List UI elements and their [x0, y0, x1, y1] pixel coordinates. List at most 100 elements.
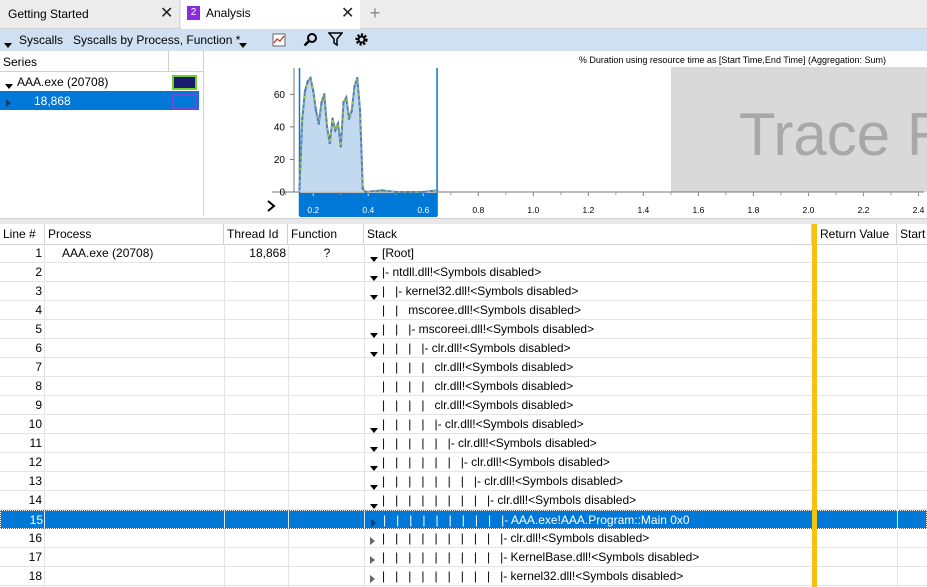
data-point[interactable] [347, 117, 351, 120]
chevron-down-icon[interactable] [5, 78, 13, 92]
stack-cell: | | mscoree.dll!<Symbols disabled> [382, 303, 581, 317]
table-row[interactable]: 1 AAA.exe (20708) 18,868? [Root] [0, 244, 927, 263]
syscalls-label[interactable]: Syscalls [19, 33, 63, 47]
column-header-thread-id[interactable]: Thread Id [224, 224, 288, 244]
table-row[interactable]: 8 | | | | clr.dll!<Symbols disabled> [0, 377, 927, 396]
thread-id-cell [226, 472, 286, 491]
series-header-label: Series [3, 55, 38, 69]
chart-icon[interactable] [272, 33, 286, 50]
data-point[interactable] [309, 76, 312, 80]
data-point[interactable] [339, 145, 342, 148]
process-cell [62, 320, 222, 339]
series-item-thread[interactable]: 18,868 [0, 91, 199, 110]
data-point[interactable] [345, 96, 348, 99]
settings-icon[interactable] [354, 32, 369, 50]
data-point[interactable] [356, 76, 359, 80]
data-point[interactable] [325, 125, 329, 129]
line-number-cell: 18 [28, 569, 42, 583]
data-point[interactable] [422, 190, 425, 194]
table-row[interactable]: 16 | | | | | | | | | |- clr.dll!<Symbols … [0, 529, 927, 548]
data-point[interactable] [328, 141, 331, 145]
line-number-cell: 16 [28, 531, 42, 545]
chevron-right-icon[interactable] [370, 572, 375, 586]
process-cell [62, 263, 222, 282]
data-point[interactable] [342, 101, 345, 104]
series-color-swatch[interactable] [172, 75, 197, 90]
data-point[interactable] [331, 117, 334, 120]
line-number-cell: 17 [28, 550, 42, 564]
table-row[interactable]: 4 | | mscoree.dll!<Symbols disabled> [0, 301, 927, 320]
column-header-line[interactable]: Line # [0, 224, 45, 244]
data-point[interactable] [334, 128, 337, 132]
search-icon[interactable] [303, 32, 318, 50]
function-cell [290, 396, 364, 415]
data-point[interactable] [361, 187, 364, 190]
data-point[interactable] [364, 190, 367, 194]
data-point[interactable] [298, 187, 301, 190]
series-color-swatch[interactable] [172, 94, 197, 109]
tab-analysis[interactable]: 2 Analysis ✕ [181, 0, 360, 29]
table-row[interactable]: 7 | | | | clr.dll!<Symbols disabled> [0, 358, 927, 377]
table-row[interactable]: 12 | | | | | | |- clr.dll!<Symbols disabl… [0, 453, 927, 472]
data-point[interactable] [358, 109, 362, 112]
table-row[interactable]: 15 | | | | | | | | | |- AAA.exe!AAA.Progr… [0, 510, 927, 529]
filter-icon[interactable] [327, 32, 344, 50]
column-header-return-value[interactable]: Return Value [817, 224, 897, 244]
function-cell [290, 529, 364, 548]
data-point[interactable] [301, 117, 304, 120]
data-point[interactable] [323, 93, 326, 96]
table-row[interactable]: 18 | | | | | | | | | |- kernel32.dll!<Sym… [0, 567, 927, 586]
column-header-stack[interactable]: Stack [364, 224, 812, 244]
close-icon[interactable]: ✕ [160, 3, 173, 23]
data-point[interactable] [394, 190, 397, 194]
table-row[interactable]: 14 | | | | | | | | |- clr.dll!<Symbols di… [0, 491, 927, 510]
data-point[interactable] [303, 89, 307, 93]
x-tick-label: 0.8 [472, 205, 484, 215]
series-item-process[interactable]: AAA.exe (20708) [0, 72, 203, 91]
chevron-right-icon[interactable] [370, 534, 375, 548]
table-row[interactable]: 9 | | | | clr.dll!<Symbols disabled> [0, 396, 927, 415]
chevron-right-icon[interactable] [6, 96, 11, 110]
function-cell [290, 263, 364, 282]
tab-getting-started[interactable]: Getting Started ✕ [0, 0, 180, 28]
table-row[interactable]: 11 | | | | | |- clr.dll!<Symbols disabled… [0, 434, 927, 453]
close-icon[interactable]: ✕ [341, 3, 354, 23]
x-tick-label: 1.8 [748, 205, 760, 215]
data-point[interactable] [336, 122, 340, 125]
table-row[interactable]: 6 | | | |- clr.dll!<Symbols disabled> [0, 339, 927, 358]
table-row[interactable]: 2 |- ntdll.dll!<Symbols disabled> [0, 263, 927, 282]
chart-area[interactable]: Trace R 0 20 40 60 0.2 0.4 0.6 0.8 1.0 1.2 1.4 1.6 1… [204, 51, 927, 219]
data-point[interactable] [380, 189, 384, 192]
new-tab-button[interactable]: + [364, 2, 386, 24]
preset-dropdown[interactable]: Syscalls by Process, Function * [73, 33, 240, 47]
freeze-column-bar[interactable] [812, 224, 817, 587]
chevron-right-icon[interactable] [371, 516, 376, 530]
chevron-down-icon[interactable] [239, 37, 247, 51]
data-point[interactable] [350, 109, 353, 112]
stack-cell: | | | | | | | | |- clr.dll!<Symbols disa… [382, 493, 637, 507]
data-point[interactable] [353, 84, 356, 88]
process-cell [62, 529, 222, 548]
chevron-right-icon[interactable] [267, 200, 276, 212]
table-row[interactable]: 13 | | | | | | | |- clr.dll!<Symbols disa… [0, 472, 927, 491]
y-tick-label: 0 [279, 188, 285, 199]
function-cell [291, 511, 365, 530]
data-point[interactable] [435, 189, 439, 192]
data-point[interactable] [306, 80, 309, 83]
chevron-down-icon[interactable] [4, 37, 12, 51]
data-point[interactable] [317, 122, 320, 125]
table-row[interactable]: 17 | | | | | | | | | |- KernelBase.dll!<S… [0, 548, 927, 567]
table-row[interactable]: 10 | | | | |- clr.dll!<Symbols disabled> [0, 415, 927, 434]
column-header-process[interactable]: Process [45, 224, 224, 244]
data-point[interactable] [314, 109, 318, 112]
column-header-function[interactable]: Function [288, 224, 364, 244]
stack-cell: | | | | | | |- clr.dll!<Symbols disabled… [382, 455, 610, 469]
series-item-label: AAA.exe (20708) [17, 75, 109, 89]
data-point[interactable] [320, 101, 323, 104]
chevron-right-icon[interactable] [370, 553, 375, 567]
data-point[interactable] [312, 89, 315, 93]
table-row[interactable]: 5 | | |- mscoreei.dll!<Symbols disabled> [0, 320, 927, 339]
column-header-start[interactable]: Start [897, 224, 927, 244]
table-row[interactable]: 3 | |- kernel32.dll!<Symbols disabled> [0, 282, 927, 301]
chart-svg[interactable]: Trace R 0 20 40 60 0.2 0.4 0.6 0.8 1.0 1.2 1.4 1.6 1… [204, 51, 927, 219]
